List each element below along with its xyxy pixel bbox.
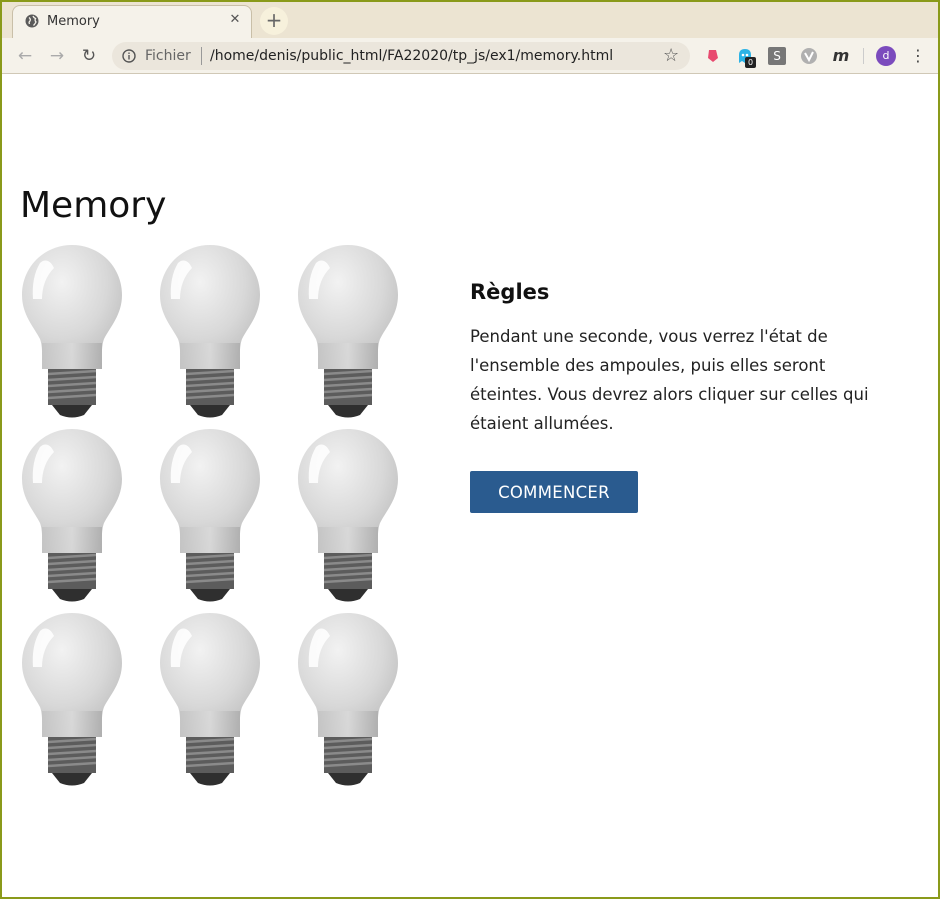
page-content: Memory Règles Pendant une seconde, vous … [2,75,938,897]
bulb-2[interactable] [158,243,262,419]
bulb-1[interactable] [20,243,124,419]
browser-toolbar: ← → ↻ Fichier /home/denis/public_html/FA… [2,38,938,74]
tag-extension-icon[interactable] [704,47,722,65]
rules-panel: Règles Pendant une seconde, vous verrez … [470,280,890,438]
close-tab-icon[interactable]: ✕ [227,12,243,28]
page-title: Memory [20,185,167,226]
rules-title: Règles [470,280,550,304]
toolbar-divider [863,48,864,64]
rules-text: Pendant une seconde, vous verrez l'état … [470,327,869,433]
extension-badge: 0 [745,57,756,68]
bulb-8[interactable] [158,611,262,787]
reload-button[interactable]: ↻ [76,43,102,69]
tab-title: Memory [47,14,100,29]
globe-icon [25,14,39,28]
m-extension-icon[interactable]: m [832,47,850,65]
ghost-extension-icon[interactable]: 0 [736,47,756,68]
bookmark-star-icon[interactable]: ☆ [663,46,679,66]
v-extension-icon[interactable] [800,47,818,65]
tab-strip: Memory ✕ + [2,2,938,39]
s-extension-icon[interactable]: S [768,47,786,65]
forward-button[interactable]: → [44,43,70,69]
info-icon[interactable] [122,49,136,63]
bulb-3[interactable] [296,243,400,419]
url-text[interactable]: /home/denis/public_html/FA22020/tp_js/ex… [210,48,613,64]
url-divider [201,47,202,65]
url-scheme-label: Fichier [145,48,191,64]
browser-window: Memory ✕ + ← → ↻ Fichier /home/denis/pub… [0,0,940,899]
bulb-9[interactable] [296,611,400,787]
bulb-5[interactable] [158,427,262,603]
tab-memory[interactable]: Memory ✕ [12,5,252,39]
bulb-6[interactable] [296,427,400,603]
new-tab-button[interactable]: + [260,7,288,35]
browser-menu-icon[interactable]: ⋮ [910,46,926,66]
address-bar[interactable]: Fichier /home/denis/public_html/FA22020/… [112,42,690,70]
bulb-7[interactable] [20,611,124,787]
avatar[interactable]: d [876,46,896,66]
bulb-4[interactable] [20,427,124,603]
start-button[interactable]: COMMENCER [470,471,638,513]
back-button[interactable]: ← [12,43,38,69]
